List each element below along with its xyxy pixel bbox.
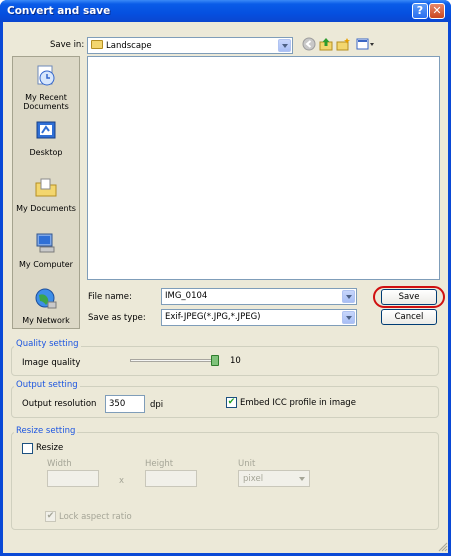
place-my-documents[interactable]: My Documents xyxy=(12,175,80,213)
cancel-button[interactable]: Cancel xyxy=(381,309,437,325)
my-network-icon xyxy=(35,288,57,309)
file-name-value: IMG_0104 xyxy=(165,291,208,301)
output-setting-title: Output setting xyxy=(14,380,80,390)
resize-checkbox[interactable] xyxy=(22,443,33,454)
image-quality-slider[interactable] xyxy=(130,359,217,362)
close-button[interactable]: ✕ xyxy=(429,3,445,19)
window-title: Convert and save xyxy=(7,5,111,17)
height-input[interactable] xyxy=(145,470,197,487)
chevron-down-icon[interactable] xyxy=(342,290,355,303)
back-icon[interactable] xyxy=(302,37,316,51)
chevron-down-icon[interactable] xyxy=(342,311,355,324)
up-folder-icon[interactable] xyxy=(319,37,333,51)
view-menu-icon[interactable] xyxy=(356,37,376,51)
new-folder-icon[interactable] xyxy=(336,37,350,51)
save-in-label: Save in: xyxy=(50,40,85,50)
chevron-down-icon[interactable] xyxy=(278,39,291,52)
file-name-combo[interactable]: IMG_0104 xyxy=(161,288,357,305)
place-label: My Documents xyxy=(16,204,76,213)
width-label: Width xyxy=(47,459,72,469)
quality-setting-title: Quality setting xyxy=(14,339,81,349)
lock-aspect-ratio-checkbox[interactable]: ✔ xyxy=(45,511,56,522)
save-as-type-label: Save as type: xyxy=(88,313,146,323)
my-documents-icon xyxy=(35,178,57,197)
title-bar[interactable]: Convert and save ? ✕ xyxy=(0,0,451,22)
image-quality-slider-thumb[interactable] xyxy=(211,355,219,366)
my-computer-icon xyxy=(36,233,55,253)
embed-icc-label: Embed ICC profile in image xyxy=(240,398,356,408)
file-list[interactable] xyxy=(87,56,440,280)
lock-aspect-ratio-label: Lock aspect ratio xyxy=(59,512,132,522)
height-label: Height xyxy=(145,459,174,469)
place-label: My Recent xyxy=(25,93,67,102)
unit-label: Unit xyxy=(238,459,256,469)
place-my-recent-documents[interactable]: My Recent Documents xyxy=(12,64,80,111)
unit-dropdown[interactable]: pixel xyxy=(238,470,310,487)
place-my-network[interactable]: My Network xyxy=(12,287,80,325)
embed-icc-checkbox[interactable]: ✔ xyxy=(226,397,237,408)
resize-grip-icon[interactable] xyxy=(438,542,448,552)
place-label: My Network xyxy=(22,316,70,325)
save-as-type-value: Exif-JPEG(*.JPG,*.JPEG) xyxy=(165,312,261,322)
save-in-value: Landscape xyxy=(106,41,152,51)
file-name-label: File name: xyxy=(88,292,132,302)
output-resolution-label: Output resolution xyxy=(22,399,97,409)
width-input[interactable] xyxy=(47,470,99,487)
save-button[interactable]: Save xyxy=(381,289,437,305)
place-desktop[interactable]: Desktop xyxy=(12,119,80,157)
desktop-icon xyxy=(36,121,56,139)
times-glyph: x xyxy=(119,476,125,486)
resize-setting-title: Resize setting xyxy=(14,426,78,436)
dpi-unit-label: dpi xyxy=(150,400,164,410)
resize-label: Resize xyxy=(36,443,64,453)
folder-icon xyxy=(91,40,103,49)
image-quality-label: Image quality xyxy=(22,358,81,368)
unit-value: pixel xyxy=(243,474,264,484)
place-label: Documents xyxy=(23,102,69,111)
place-label: Desktop xyxy=(29,148,63,157)
save-as-type-dropdown[interactable]: Exif-JPEG(*.JPG,*.JPEG) xyxy=(161,309,357,326)
place-my-computer[interactable]: My Computer xyxy=(12,231,80,269)
help-button[interactable]: ? xyxy=(412,3,428,19)
place-label: My Computer xyxy=(19,260,73,269)
image-quality-value: 10 xyxy=(230,356,241,366)
save-in-dropdown[interactable]: Landscape xyxy=(87,37,293,54)
recent-documents-icon xyxy=(37,65,55,86)
output-resolution-input[interactable]: 350 xyxy=(105,395,145,413)
chevron-down-icon xyxy=(299,477,305,481)
